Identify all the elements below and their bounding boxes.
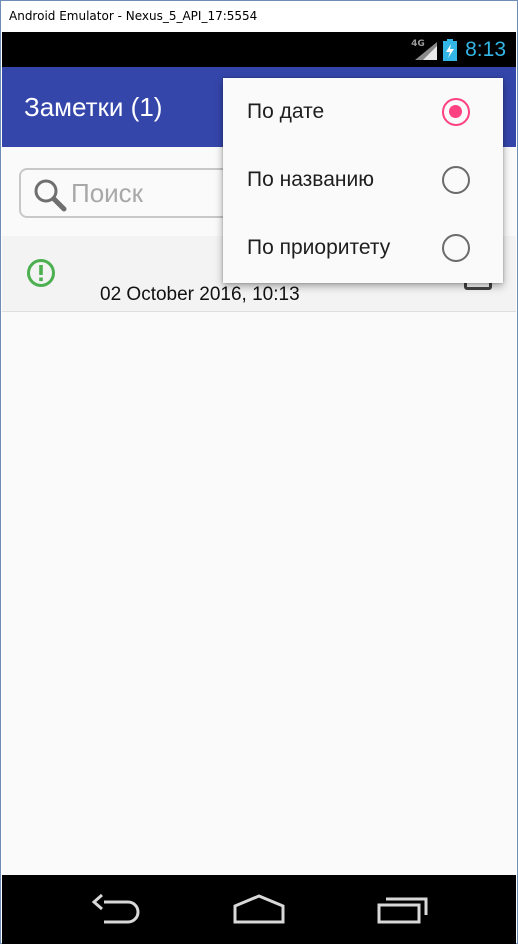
radio-button-checked[interactable]: [442, 98, 470, 126]
menu-item-label: По названию: [247, 168, 374, 191]
window-titlebar: Android Emulator - Nexus_5_API_17:5554: [1, 1, 517, 32]
home-icon[interactable]: [231, 893, 287, 925]
navigation-bar: [2, 875, 516, 944]
recent-apps-icon[interactable]: [376, 893, 430, 925]
menu-item-sort-by-name[interactable]: По названию: [223, 146, 503, 214]
menu-item-sort-by-priority[interactable]: По приоритету: [223, 214, 503, 282]
status-clock: 8:13: [465, 37, 506, 61]
radio-button[interactable]: [442, 166, 470, 194]
search-icon: [34, 179, 67, 212]
alert-circle-icon: [27, 259, 55, 287]
signal-icon: 4G: [411, 39, 438, 61]
battery-icon: [443, 38, 458, 61]
menu-item-label: По дате: [247, 100, 325, 123]
app-title: Заметки (1): [24, 92, 163, 122]
device-screen: 4G 8:13 Заметки (1) Поиск 02 October 201…: [2, 32, 516, 944]
back-icon[interactable]: [90, 893, 142, 925]
emulator-window: Android Emulator - Nexus_5_API_17:5554 4…: [0, 0, 518, 944]
sort-popup-menu: По дате По названию По приоритету: [223, 78, 503, 283]
note-date: 02 October 2016, 10:13: [100, 284, 300, 305]
menu-item-sort-by-date[interactable]: По дате: [223, 78, 503, 146]
menu-item-label: По приоритету: [247, 236, 391, 259]
window-title: Android Emulator - Nexus_5_API_17:5554: [9, 9, 258, 23]
radio-button[interactable]: [442, 234, 470, 262]
status-bar: 4G 8:13: [2, 32, 516, 67]
